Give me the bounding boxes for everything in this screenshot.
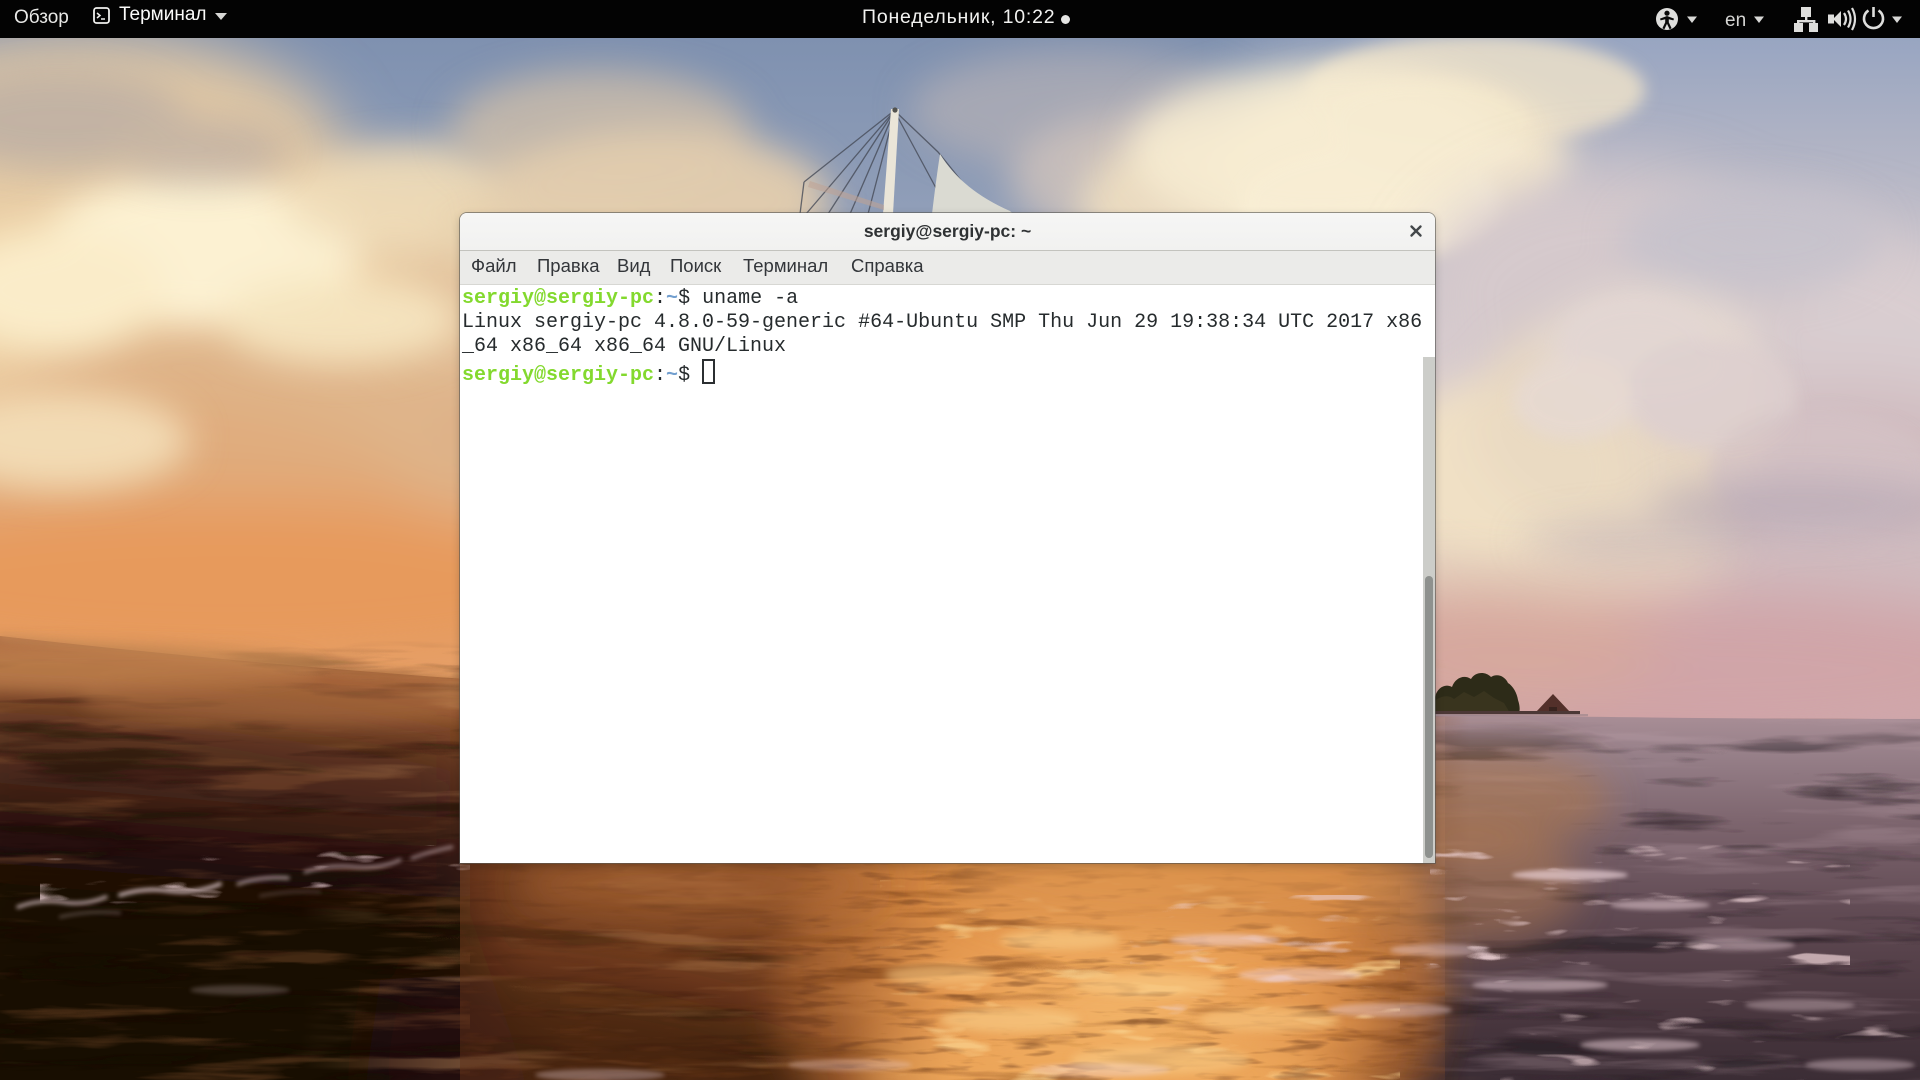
svg-text:en: en bbox=[1725, 10, 1746, 31]
